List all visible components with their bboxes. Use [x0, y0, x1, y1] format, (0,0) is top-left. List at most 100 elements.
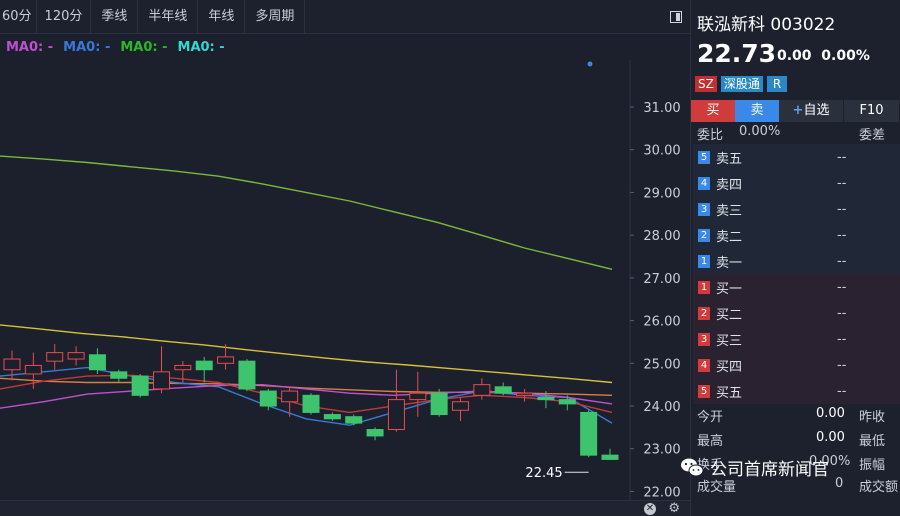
ma-legend-item: MA0: - — [120, 39, 168, 55]
stats-row-open: 今开 0.00 昨收 — [691, 402, 900, 426]
candle — [409, 371, 427, 417]
period-tabs: 60分 120分 季线 半年线 年线 多周期 — [0, 0, 690, 34]
candle — [281, 386, 299, 417]
sell-level-label: 卖五 — [716, 151, 743, 167]
add-watch-button[interactable]: +自选 — [779, 100, 843, 122]
ma-line — [0, 155, 613, 270]
candle-body — [46, 352, 64, 362]
buy-orders: 1 买一 -- 2 买二 -- 3 买三 -- 4 买四 -- 5 买五 -- — [693, 274, 900, 404]
buy-row[interactable]: 3 买三 -- — [693, 326, 900, 352]
change-percent: 0.00% — [821, 48, 870, 64]
y-tick-label: 24.00 — [643, 400, 680, 415]
sell-level-price: -- — [837, 149, 847, 165]
y-tick-label: 30.00 — [643, 144, 680, 159]
tab-60min[interactable]: 60分 — [0, 0, 37, 34]
candle — [131, 373, 149, 398]
tab-multi-period[interactable]: 多周期 — [245, 0, 306, 34]
sell-level-price: -- — [837, 175, 847, 191]
candle — [67, 346, 85, 366]
sell-level-badge: 5 — [698, 150, 710, 164]
y-tick-label: 29.00 — [643, 186, 680, 201]
tab-quarter[interactable]: 季线 — [91, 0, 139, 34]
buy-level-badge: 5 — [698, 384, 710, 398]
buy-button[interactable]: 买 — [691, 100, 735, 122]
amplitude-label: 振幅 — [859, 458, 886, 473]
kline-chart[interactable]: 31.00 30.00 29.00 28.00 27.00 26.00 25.00 24.00… — [0, 60, 690, 500]
candle-body — [174, 364, 192, 371]
sell-row[interactable]: 5 卖五 -- — [693, 144, 900, 170]
buy-row[interactable]: 5 买五 -- — [693, 378, 900, 404]
candle-body — [473, 384, 491, 396]
sell-row[interactable]: 2 卖二 -- — [693, 222, 900, 248]
sell-level-price: -- — [837, 201, 847, 217]
buy-level-badge: 3 — [698, 332, 710, 346]
candle-body — [281, 390, 299, 403]
candle — [494, 382, 512, 396]
candle — [345, 414, 363, 426]
buy-level-label: 买五 — [716, 385, 743, 401]
candle-body — [366, 429, 384, 437]
candle-body — [430, 392, 448, 416]
candle-body — [302, 394, 320, 413]
amount-label: 成交额 — [859, 480, 899, 495]
open-value: 0.00 — [816, 406, 845, 421]
tab-year[interactable]: 年线 — [198, 0, 246, 34]
r-badge[interactable]: R — [766, 76, 788, 92]
buy-level-badge: 2 — [698, 306, 710, 320]
panel-toggle-icon[interactable] — [670, 11, 682, 23]
sell-row[interactable]: 3 卖三 -- — [693, 196, 900, 222]
low-label: 最低 — [859, 434, 886, 449]
gear-icon[interactable]: ⚙ — [668, 501, 680, 516]
candle-body — [558, 399, 576, 405]
prev-close-label: 昨收 — [859, 410, 886, 425]
candle-body — [601, 454, 619, 460]
y-tick-label: 22.00 — [643, 485, 680, 500]
market-badge: SZ — [695, 76, 717, 92]
buy-level-label: 买四 — [716, 359, 743, 375]
wechat-icon — [681, 458, 704, 476]
open-label: 今开 — [697, 410, 724, 425]
buy-level-label: 买三 — [716, 333, 743, 349]
candle — [430, 388, 448, 417]
plus-icon: + — [792, 103, 804, 118]
buy-row[interactable]: 1 买一 -- — [693, 274, 900, 300]
tab-120min[interactable]: 120分 — [37, 0, 92, 34]
sell-level-label: 卖二 — [716, 229, 743, 245]
sell-row[interactable]: 1 卖一 -- — [693, 248, 900, 274]
tab-half-year[interactable]: 半年线 — [138, 0, 199, 34]
buy-row[interactable]: 2 买二 -- — [693, 300, 900, 326]
sell-row[interactable]: 4 卖四 -- — [693, 170, 900, 196]
candle — [302, 393, 320, 415]
sell-level-price: -- — [837, 227, 847, 243]
candle-body — [110, 371, 128, 379]
y-tick-label: 25.00 — [643, 357, 680, 372]
candle-body — [67, 352, 85, 360]
close-icon[interactable]: ✕ — [644, 503, 656, 515]
buy-level-price: -- — [837, 331, 847, 347]
candle-body — [3, 358, 21, 371]
candle-body — [452, 401, 469, 411]
y-tick-label: 27.00 — [643, 272, 680, 287]
buy-row[interactable]: 4 买四 -- — [693, 352, 900, 378]
watermark-text: 公司首席新闻官 — [710, 460, 829, 480]
sell-level-badge: 3 — [698, 202, 710, 216]
f10-button[interactable]: F10 — [843, 100, 899, 122]
connect-badge[interactable]: 深股通 — [720, 76, 763, 92]
buy-level-price: -- — [837, 279, 847, 295]
buy-level-price: -- — [837, 357, 847, 373]
candle-body — [537, 396, 555, 401]
candle — [366, 427, 384, 441]
indicator-strip: ✕ ⚙ — [0, 500, 690, 516]
candle-body — [409, 392, 427, 401]
sell-button[interactable]: 卖 — [735, 100, 779, 122]
candle — [452, 397, 469, 421]
high-label: 最高 — [697, 434, 724, 449]
candle-body — [24, 364, 42, 375]
ratio-label: 委比 — [697, 128, 724, 143]
sell-level-label: 卖四 — [716, 177, 743, 193]
sell-level-badge: 4 — [698, 176, 710, 190]
change-value: 0.00 — [777, 48, 812, 64]
candle-body — [259, 390, 277, 407]
y-tick-label: 26.00 — [643, 315, 680, 330]
ma-legend-item: MA0: - — [177, 39, 225, 55]
